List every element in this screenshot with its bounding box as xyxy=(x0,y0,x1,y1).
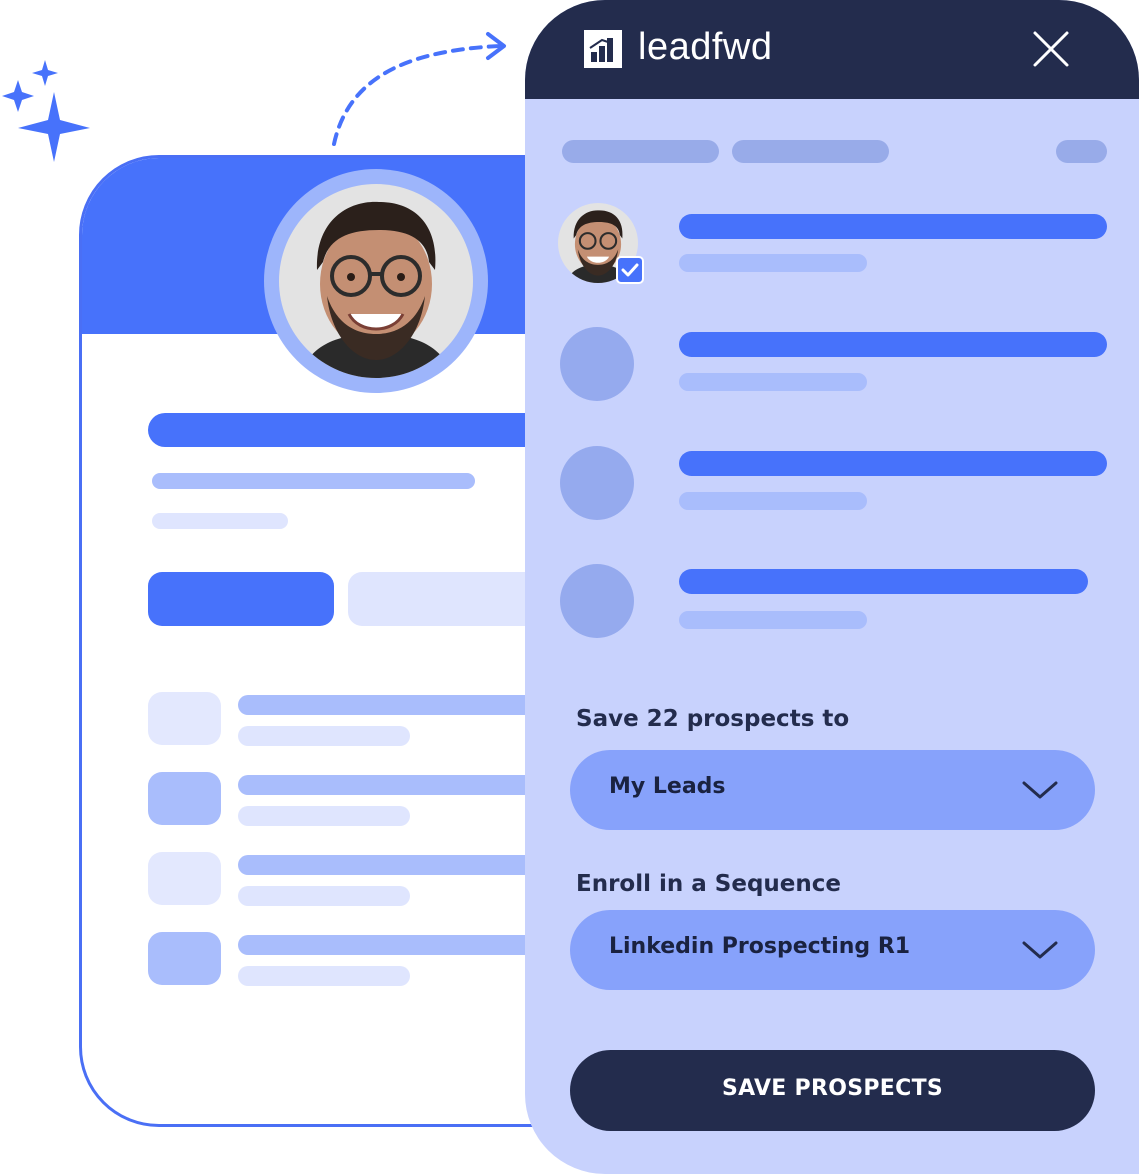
prospect-name-placeholder xyxy=(679,569,1088,594)
list-item-subline xyxy=(238,886,410,906)
list-item-thumb xyxy=(148,852,221,905)
list-item-thumb xyxy=(148,772,221,825)
chevron-down-icon xyxy=(1022,781,1058,799)
prospect-name-placeholder xyxy=(679,214,1107,239)
chevron-down-icon xyxy=(1022,941,1058,959)
list-item-subline xyxy=(238,966,410,986)
list-item-line xyxy=(238,695,568,715)
tab-placeholder[interactable] xyxy=(1056,140,1107,163)
close-icon[interactable] xyxy=(1029,27,1073,71)
sequence-select-value: Linkedin Prospecting R1 xyxy=(609,934,911,959)
save-prospects-label: SAVE PROSPECTS xyxy=(721,1076,944,1101)
prospect-title-placeholder xyxy=(679,373,867,391)
sequence-select[interactable]: Linkedin Prospecting R1 xyxy=(570,910,1095,990)
prospect-title-placeholder xyxy=(679,611,867,629)
prospect-title-placeholder xyxy=(679,492,867,510)
list-item-subline xyxy=(238,726,410,746)
list-item-line xyxy=(238,855,568,875)
sequence-label: Enroll in a Sequence xyxy=(576,871,842,897)
dashed-arrow-icon xyxy=(332,32,506,146)
sparkles-icon xyxy=(2,60,90,162)
avatar xyxy=(279,184,473,378)
tab-placeholder[interactable] xyxy=(732,140,889,163)
prospect-avatar-placeholder[interactable] xyxy=(560,564,634,638)
prospect-name-placeholder xyxy=(679,332,1107,357)
leadfwd-panel: leadfwd Save 22 prospects to My Leads En… xyxy=(525,0,1139,1174)
prospect-avatar-placeholder[interactable] xyxy=(560,446,634,520)
profile-title-placeholder xyxy=(152,473,475,489)
save-to-label: Save 22 prospects to xyxy=(576,706,850,732)
leadfwd-logo-icon xyxy=(584,30,622,68)
brand-name: leadfwd xyxy=(638,26,773,68)
prospect-title-placeholder xyxy=(679,254,867,272)
profile-subtitle-placeholder xyxy=(152,513,288,529)
list-item-line xyxy=(238,775,568,795)
prospect-name-placeholder xyxy=(679,451,1107,476)
checkbox-checked-icon[interactable] xyxy=(616,256,644,284)
avatar-portrait xyxy=(279,184,473,378)
list-select[interactable]: My Leads xyxy=(570,750,1095,830)
list-select-value: My Leads xyxy=(609,774,726,799)
profile-primary-button[interactable] xyxy=(148,572,334,626)
list-item-thumb xyxy=(148,692,221,745)
list-item-line xyxy=(238,935,568,955)
prospect-avatar-placeholder[interactable] xyxy=(560,327,634,401)
tab-placeholder[interactable] xyxy=(562,140,719,163)
save-prospects-button[interactable]: SAVE PROSPECTS xyxy=(570,1050,1095,1131)
list-item-thumb xyxy=(148,932,221,985)
panel-header: leadfwd xyxy=(525,0,1139,99)
list-item-subline xyxy=(238,806,410,826)
